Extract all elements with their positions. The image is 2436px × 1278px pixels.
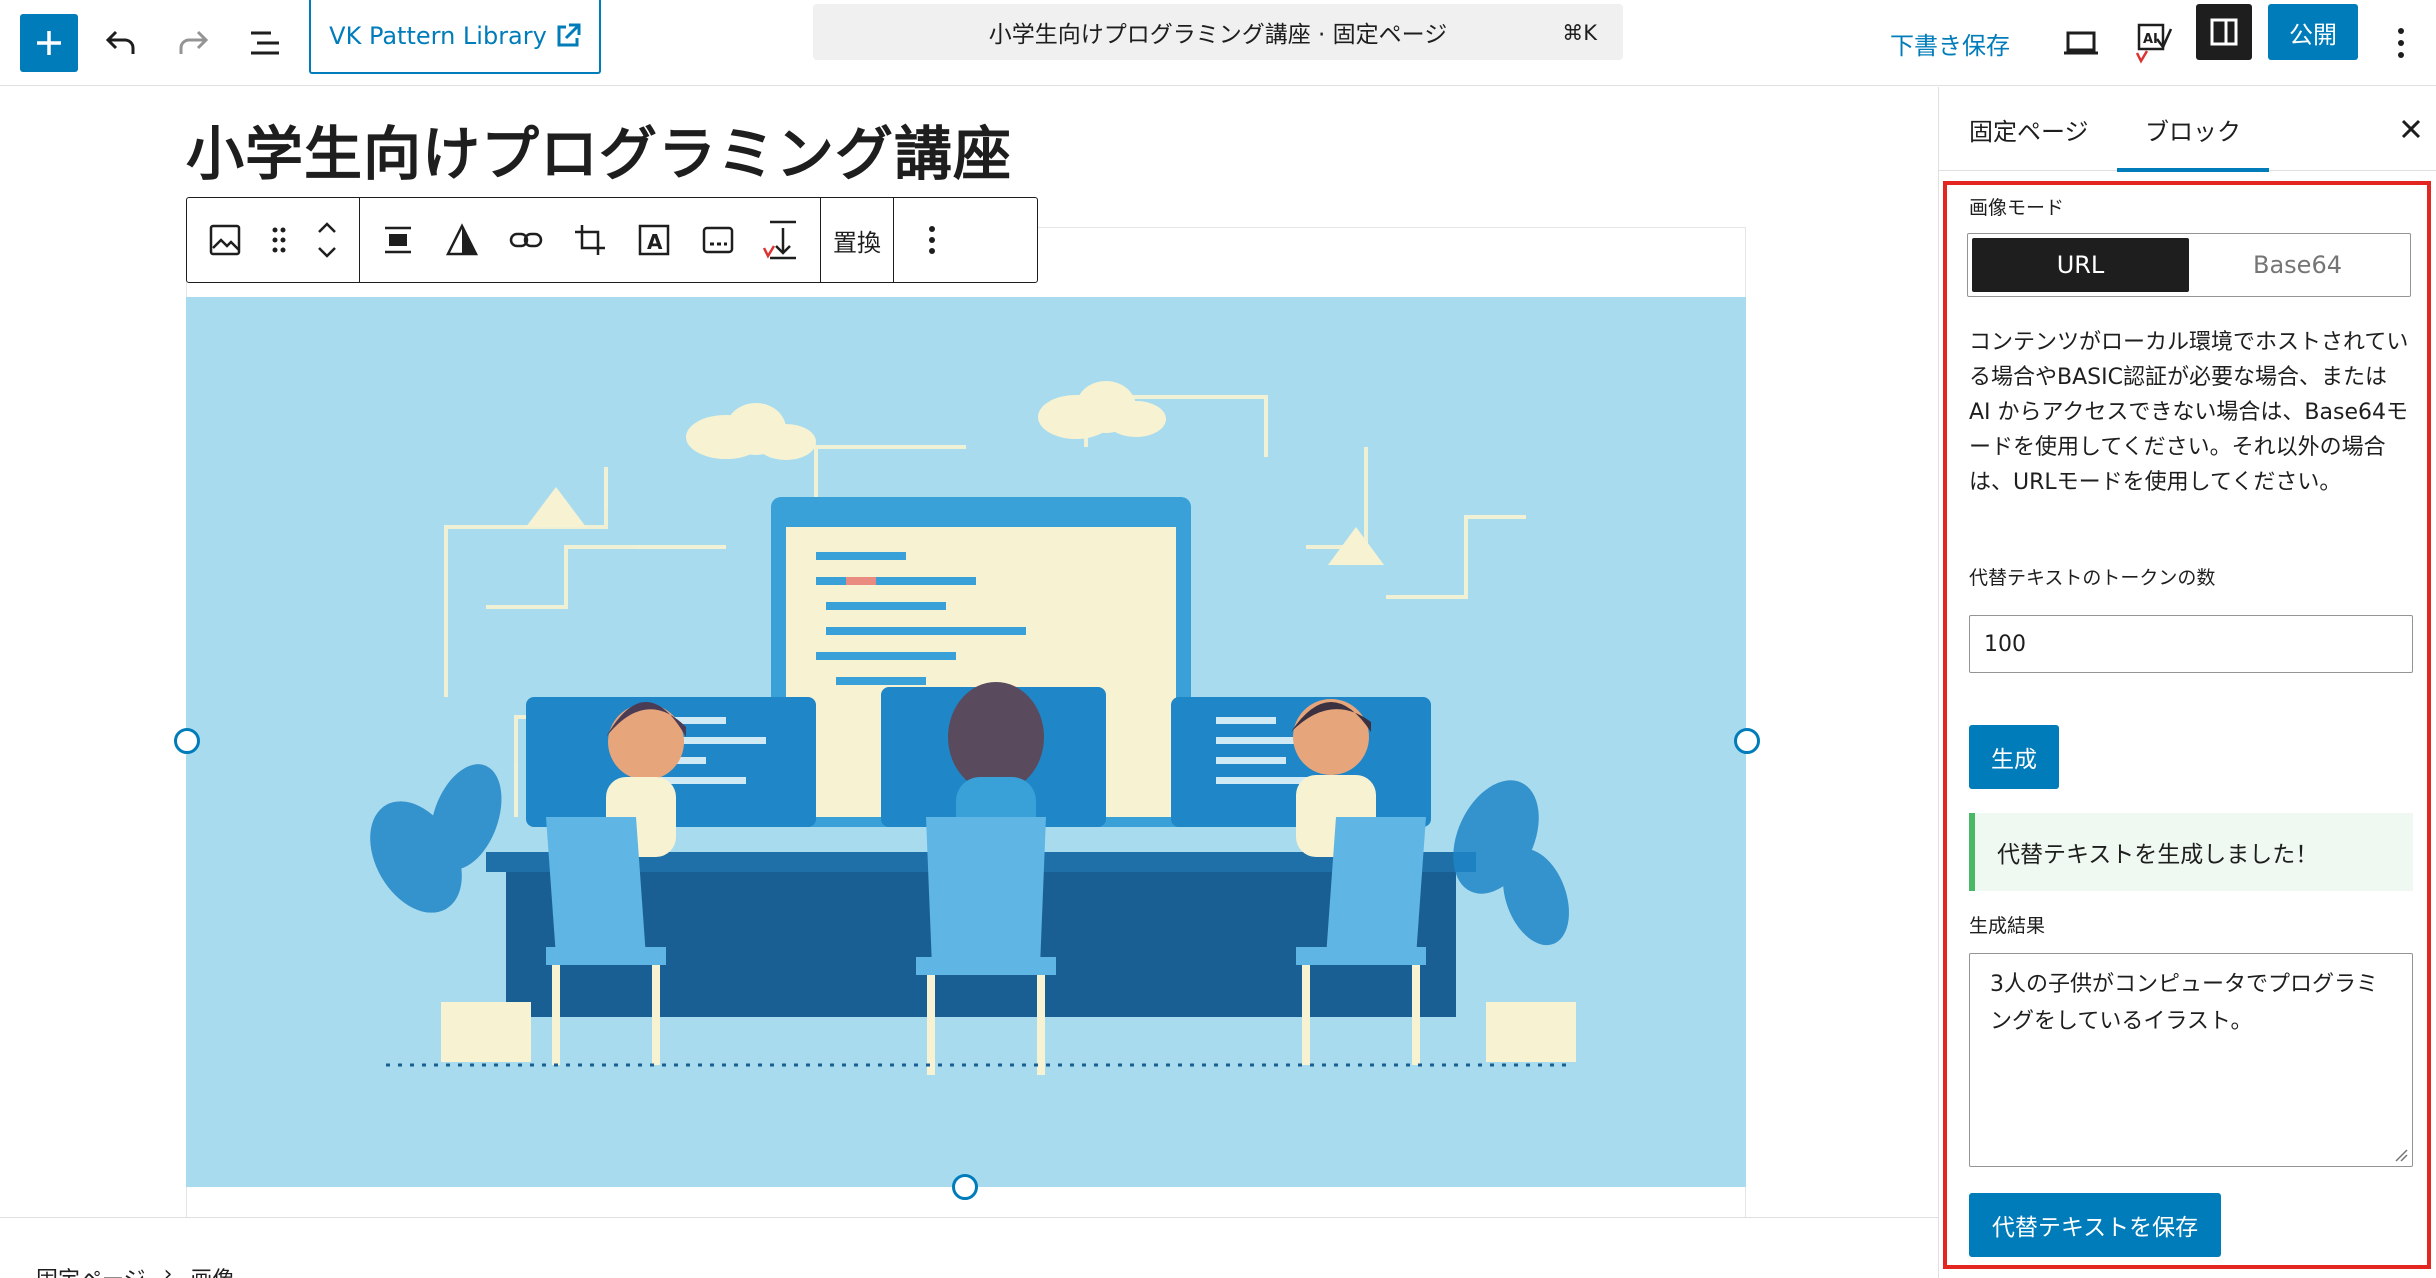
- result-label: 生成結果: [1969, 915, 2046, 937]
- block-breadcrumb-bar: 固定ページ › 画像: [0, 1217, 1938, 1278]
- replace-group: 置換: [821, 198, 894, 282]
- alt-text-generator-button[interactable]: [756, 214, 808, 266]
- page-title[interactable]: 小学生向けプログラミング講座: [186, 107, 1012, 191]
- link-button[interactable]: [500, 214, 552, 266]
- alt-text-ai-icon: [762, 220, 796, 260]
- result-textarea[interactable]: 3人の子供がコンピュータでプログラミングをしているイラスト。: [1969, 953, 2413, 1167]
- duotone-icon: [445, 223, 479, 256]
- resize-handle-left[interactable]: [174, 728, 200, 754]
- tab-block[interactable]: ブロック: [2117, 87, 2269, 172]
- document-title: 小学生向けプログラミング講座 · 固定ページ: [988, 22, 1448, 48]
- close-icon: [2401, 119, 2421, 139]
- svg-text:AI: AI: [2143, 32, 2158, 47]
- settings-sidebar-toggle[interactable]: [2196, 4, 2252, 60]
- resize-handle-bottom[interactable]: [952, 1174, 978, 1200]
- caption-icon: [702, 226, 734, 254]
- breadcrumb-separator: ›: [163, 1262, 173, 1278]
- success-notice: 代替テキストを生成しました！: [1969, 813, 2413, 891]
- site-link[interactable]: VK Pattern Library: [309, 0, 601, 74]
- more-vertical-icon: [2398, 28, 2404, 58]
- align-button[interactable]: [372, 214, 424, 266]
- illustration-image: [186, 297, 1746, 1187]
- link-icon: [509, 232, 543, 248]
- site-link-label: VK Pattern Library: [329, 22, 547, 50]
- align-center-icon: [385, 226, 411, 254]
- settings-sidebar: 固定ページ ブロック 画像モード URL Base64 コンテンツがローカル環境…: [1938, 87, 2436, 1278]
- redo-button[interactable]: [164, 14, 222, 72]
- move-up-down-button[interactable]: [307, 214, 347, 266]
- block-switcher-group: [187, 198, 360, 282]
- sidebar-toggle-icon: [2210, 18, 2238, 46]
- image-icon: [209, 224, 241, 256]
- ai-check-button[interactable]: AI: [2124, 14, 2182, 72]
- preview-button[interactable]: [2052, 14, 2110, 72]
- duotone-button[interactable]: [436, 214, 488, 266]
- block-toolbar: A 置換: [186, 197, 1038, 283]
- command-shortcut: ⌘K: [1562, 21, 1597, 45]
- options-menu-button[interactable]: [2372, 14, 2430, 72]
- drag-handle-icon: [272, 227, 286, 253]
- token-count-input[interactable]: 100: [1969, 615, 2413, 673]
- breadcrumb-item-image[interactable]: 画像: [190, 1262, 234, 1278]
- undo-button[interactable]: [92, 14, 150, 72]
- mode-description: コンテンツがローカル環境でホストされている場合やBASIC認証が必要な場合、また…: [1969, 330, 2409, 495]
- caption-button[interactable]: [692, 214, 744, 266]
- more-vertical-icon: [929, 226, 935, 254]
- text-over-image-icon: A: [638, 224, 670, 256]
- save-alt-text-button[interactable]: 代替テキストを保存: [1969, 1193, 2221, 1257]
- crop-button[interactable]: [564, 214, 616, 266]
- block-type-button[interactable]: [199, 214, 251, 266]
- image-tools-group: A: [360, 198, 821, 282]
- close-sidebar-button[interactable]: [2391, 109, 2431, 149]
- sidebar-tabs: 固定ページ ブロック: [1939, 87, 2436, 172]
- command-palette-bar[interactable]: 小学生向けプログラミング講座 · 固定ページ ⌘K: [813, 4, 1623, 60]
- block-options-button[interactable]: [906, 214, 958, 266]
- document-overview-button[interactable]: [236, 14, 294, 72]
- replace-button[interactable]: 置換: [821, 223, 893, 258]
- text-over-image-button[interactable]: A: [628, 214, 680, 266]
- more-options-group: [894, 198, 970, 282]
- result-text: 3人の子供がコンピュータでプログラミングをしているイラスト。: [1990, 972, 2378, 1034]
- breadcrumb-item-page[interactable]: 固定ページ: [36, 1262, 146, 1278]
- add-block-button[interactable]: [20, 14, 78, 72]
- undo-icon: [105, 30, 135, 54]
- list-view-icon: [251, 31, 279, 55]
- redo-icon: [179, 30, 209, 54]
- resize-grip-icon[interactable]: [2394, 1148, 2408, 1162]
- resize-handle-right[interactable]: [1734, 728, 1760, 754]
- mode-option-url[interactable]: URL: [1972, 238, 2189, 292]
- tab-page[interactable]: 固定ページ: [1969, 87, 2089, 171]
- mode-option-base64[interactable]: Base64: [2189, 238, 2406, 292]
- external-link-icon: [557, 23, 581, 47]
- breadcrumb: 固定ページ › 画像: [36, 1262, 234, 1278]
- generate-button[interactable]: 生成: [1969, 725, 2059, 789]
- plus-icon: [37, 31, 61, 55]
- image-mode-label: 画像モード: [1969, 197, 2065, 219]
- ai-check-icon: AI: [2135, 23, 2173, 64]
- chevron-up-down-icon: [318, 222, 336, 258]
- image-block[interactable]: [186, 297, 1746, 1187]
- drag-handle[interactable]: [261, 214, 297, 266]
- editor-canvas: 小学生向けプログラミング講座 A 置換: [0, 87, 1938, 1217]
- svg-text:A: A: [647, 230, 663, 254]
- desktop-preview-icon: [2064, 31, 2098, 55]
- image-mode-toggle: URL Base64: [1967, 233, 2411, 297]
- editor-header: VK Pattern Library 小学生向けプログラミング講座 · 固定ペー…: [0, 0, 2436, 86]
- token-count-label: 代替テキストのトークンの数: [1969, 567, 2216, 589]
- save-draft-button[interactable]: 下書き保存: [1890, 14, 2010, 72]
- publish-button[interactable]: 公開: [2268, 4, 2358, 60]
- crop-icon: [575, 225, 605, 255]
